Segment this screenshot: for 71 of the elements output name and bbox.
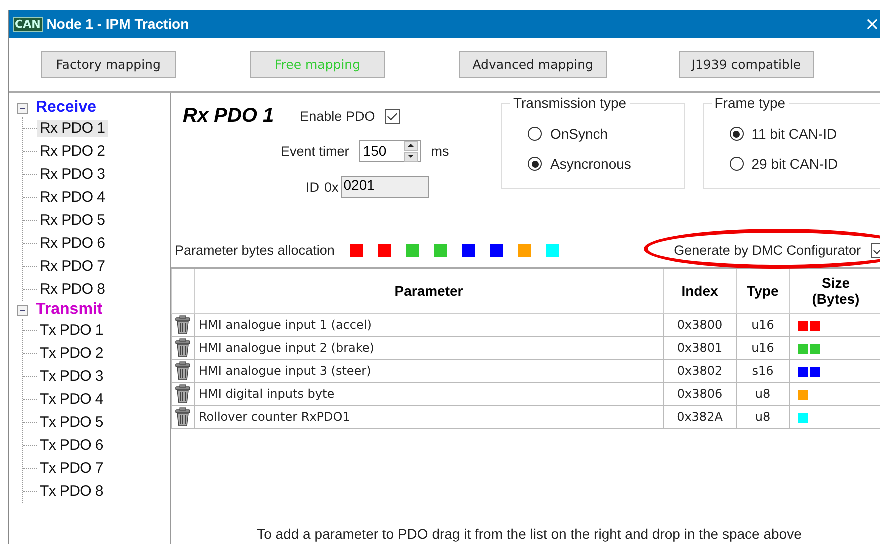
table-cell: u8 <box>736 382 790 406</box>
radio-button[interactable] <box>528 127 542 141</box>
column-header: Type <box>736 268 790 314</box>
mapping-button[interactable]: Factory mapping <box>41 51 176 78</box>
table-cell: 0x3800 <box>664 314 736 336</box>
close-button[interactable]: × <box>860 14 880 34</box>
id-prefix: 0x <box>324 180 339 194</box>
radio-button[interactable] <box>528 157 542 171</box>
table-cell: HMI digital inputs byte <box>194 382 664 406</box>
tree-item[interactable]: Tx PDO 3 <box>37 368 106 385</box>
tree-item[interactable]: Tx PDO 6 <box>37 437 106 454</box>
mapping-button[interactable]: Advanced mapping <box>459 51 607 78</box>
table-cell: Rollover counter RxPDO1 <box>194 406 664 428</box>
table-cell: 0x3802 <box>664 360 736 382</box>
table-cell: HMI analogue input 3 (steer) <box>194 360 664 382</box>
table-cell: u16 <box>736 336 790 360</box>
pdo-title: Rx PDO 1 <box>183 104 274 128</box>
trash-icon[interactable] <box>174 338 192 358</box>
tree-item[interactable]: Rx PDO 5 <box>37 212 108 229</box>
trash-icon[interactable] <box>174 361 192 381</box>
table-cell: 0x3806 <box>664 382 736 406</box>
tree-item[interactable]: Rx PDO 7 <box>37 258 108 275</box>
radio-label[interactable]: 29 bit CAN-ID <box>752 156 838 172</box>
table-cell: 0x3801 <box>664 336 736 360</box>
table-cell: s16 <box>736 360 790 382</box>
tree-item[interactable]: Rx PDO 8 <box>37 281 108 298</box>
table-cell: HMI analogue input 1 (accel) <box>194 314 664 336</box>
radio-button[interactable] <box>730 157 744 171</box>
app-logo: CAN <box>13 16 43 32</box>
radio-label[interactable]: 11 bit CAN-ID <box>752 126 838 142</box>
tree-item[interactable]: Rx PDO 6 <box>37 235 108 252</box>
tree-item[interactable]: Tx PDO 2 <box>37 345 106 362</box>
table-cell: 0x382A <box>664 406 736 428</box>
trash-icon[interactable] <box>174 384 192 404</box>
collapse-icon[interactable] <box>17 102 28 114</box>
radio-button[interactable] <box>730 127 744 141</box>
radio-label[interactable]: Asyncronous <box>550 156 632 172</box>
enable-pdo-checkbox[interactable] <box>385 108 400 124</box>
trash-icon[interactable] <box>174 407 192 427</box>
event-timer-label: Event timer <box>281 144 350 158</box>
id-label: ID <box>306 180 320 194</box>
event-timer-unit: ms <box>431 144 450 158</box>
enable-pdo-label: Enable PDO <box>300 108 376 124</box>
id-field[interactable]: 0201 <box>340 176 429 198</box>
tree-item[interactable]: Rx PDO 3 <box>37 166 108 183</box>
tree-item[interactable]: Rx PDO 1 <box>37 120 108 137</box>
group-title: Transmission type <box>512 95 628 111</box>
trash-icon[interactable] <box>174 315 192 335</box>
table-cell: HMI analogue input 2 (brake) <box>194 336 664 360</box>
collapse-icon[interactable] <box>17 304 28 316</box>
column-header: Parameter <box>194 268 664 314</box>
tree-item[interactable]: Tx PDO 1 <box>37 322 106 339</box>
window-title: Node 1 - IPM Traction <box>46 16 190 32</box>
mapping-button[interactable]: J1939 compatible <box>678 51 814 78</box>
column-header: Index <box>664 268 736 314</box>
tree-item[interactable]: Tx PDO 8 <box>37 483 106 500</box>
table-cell: u16 <box>736 314 790 336</box>
tree-group-label[interactable]: Transmit <box>36 301 103 319</box>
drop-hint: To add a parameter to PDO drag it from the list on the right and drop in the space above <box>257 526 802 542</box>
table-cell: u8 <box>736 406 790 428</box>
tree-item[interactable]: Tx PDO 4 <box>37 391 106 408</box>
generate-label: Generate by DMC Configurator <box>674 242 861 258</box>
tree-item[interactable]: Tx PDO 5 <box>37 414 106 431</box>
event-timer-spinbox[interactable]: 150 <box>359 140 422 162</box>
group-title: Frame type <box>714 95 787 111</box>
tree-item[interactable]: Tx PDO 7 <box>37 460 106 477</box>
tree-item[interactable]: Rx PDO 2 <box>37 143 108 160</box>
radio-label[interactable]: OnSynch <box>550 126 608 142</box>
allocation-label: Parameter bytes allocation <box>175 242 335 258</box>
tree-item[interactable]: Rx PDO 4 <box>37 189 108 206</box>
tree-group-label[interactable]: Receive <box>36 99 96 117</box>
